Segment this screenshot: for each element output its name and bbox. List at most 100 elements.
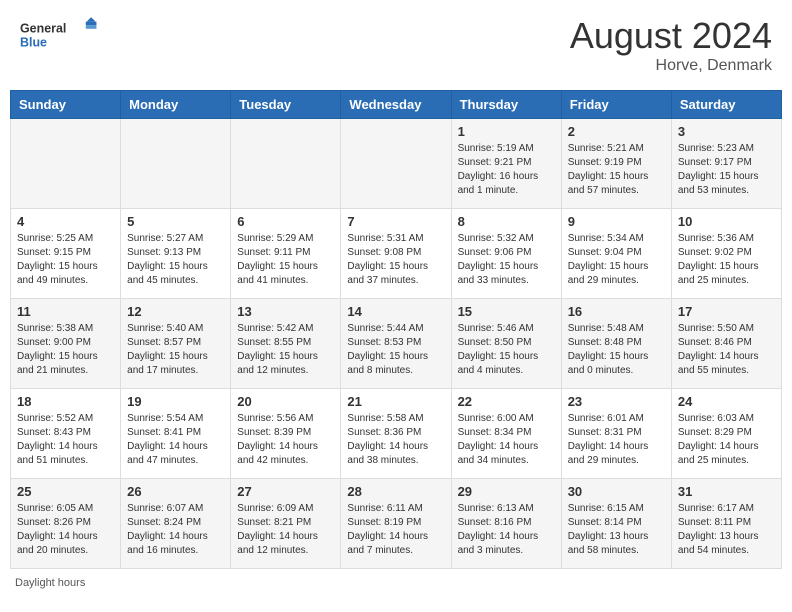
day-number: 14 [347,304,444,319]
day-info: Sunrise: 6:00 AM Sunset: 8:34 PM Dayligh… [458,412,555,468]
day-info: Sunrise: 6:11 AM Sunset: 8:19 PM Dayligh… [347,502,444,558]
day-number: 18 [17,394,114,409]
week-row-1: 1 Sunrise: 5:19 AM Sunset: 9:21 PM Daylig… [11,119,782,209]
title-block: August 2024 Horve, Denmark [570,15,772,75]
table-cell: 1 Sunrise: 5:19 AM Sunset: 9:21 PM Daylig… [451,119,561,209]
day-number: 2 [568,124,665,139]
day-number: 16 [568,304,665,319]
day-number: 20 [237,394,334,409]
day-number: 1 [458,124,555,139]
header-tuesday: Tuesday [231,91,341,119]
day-number: 6 [237,214,334,229]
month-year-title: August 2024 [570,15,772,57]
table-cell [11,119,121,209]
table-cell: 6 Sunrise: 5:29 AM Sunset: 9:11 PM Daylig… [231,209,341,299]
table-cell: 10 Sunrise: 5:36 AM Sunset: 9:02 PM Dayli… [671,209,781,299]
day-info: Sunrise: 5:44 AM Sunset: 8:53 PM Dayligh… [347,322,444,378]
header-wednesday: Wednesday [341,91,451,119]
day-info: Sunrise: 5:29 AM Sunset: 9:11 PM Dayligh… [237,232,334,288]
table-cell: 27Sunrise: 6:09 AM Sunset: 8:21 PM Dayli… [231,479,341,569]
day-number: 26 [127,484,224,499]
day-info: Sunrise: 5:32 AM Sunset: 9:06 PM Dayligh… [458,232,555,288]
header-saturday: Saturday [671,91,781,119]
day-info: Sunrise: 6:09 AM Sunset: 8:21 PM Dayligh… [237,502,334,558]
day-number: 29 [458,484,555,499]
day-info: Sunrise: 5:38 AM Sunset: 9:00 PM Dayligh… [17,322,114,378]
day-number: 24 [678,394,775,409]
day-number: 9 [568,214,665,229]
table-cell: 15Sunrise: 5:46 AM Sunset: 8:50 PM Dayli… [451,299,561,389]
day-number: 4 [17,214,114,229]
table-cell: 4Sunrise: 5:25 AM Sunset: 9:15 PM Daylig… [11,209,121,299]
day-info: Sunrise: 6:05 AM Sunset: 8:26 PM Dayligh… [17,502,114,558]
day-number: 15 [458,304,555,319]
day-number: 23 [568,394,665,409]
day-number: 22 [458,394,555,409]
day-info: Sunrise: 6:17 AM Sunset: 8:11 PM Dayligh… [678,502,775,558]
table-cell: 21 Sunrise: 5:58 AM Sunset: 8:36 PM Dayli… [341,389,451,479]
table-cell: 26 Sunrise: 6:07 AM Sunset: 8:24 PM Dayli… [121,479,231,569]
day-info: Sunrise: 6:13 AM Sunset: 8:16 PM Dayligh… [458,502,555,558]
daylight-label: Daylight hours [15,577,85,589]
table-cell: 13 Sunrise: 5:42 AM Sunset: 8:55 PM Dayli… [231,299,341,389]
day-info: Sunrise: 5:58 AM Sunset: 8:36 PM Dayligh… [347,412,444,468]
table-cell [121,119,231,209]
table-cell: 30Sunrise: 6:15 AM Sunset: 8:14 PM Dayli… [561,479,671,569]
table-cell: 5 Sunrise: 5:27 AM Sunset: 9:13 PM Daylig… [121,209,231,299]
day-info: Sunrise: 5:21 AM Sunset: 9:19 PM Dayligh… [568,142,665,198]
table-cell: 8 Sunrise: 5:32 AM Sunset: 9:06 PM Daylig… [451,209,561,299]
header-friday: Friday [561,91,671,119]
day-number: 3 [678,124,775,139]
day-info: Sunrise: 5:19 AM Sunset: 9:21 PM Dayligh… [458,142,555,198]
table-cell: 7Sunrise: 5:31 AM Sunset: 9:08 PM Daylig… [341,209,451,299]
table-cell: 17Sunrise: 5:50 AM Sunset: 8:46 PM Dayli… [671,299,781,389]
table-cell: 25 Sunrise: 6:05 AM Sunset: 8:26 PM Dayli… [11,479,121,569]
table-cell: 19 Sunrise: 5:54 AM Sunset: 8:41 PM Dayli… [121,389,231,479]
day-info: Sunrise: 5:23 AM Sunset: 9:17 PM Dayligh… [678,142,775,198]
day-info: Sunrise: 5:48 AM Sunset: 8:48 PM Dayligh… [568,322,665,378]
day-info: Sunrise: 5:34 AM Sunset: 9:04 PM Dayligh… [568,232,665,288]
day-info: Sunrise: 5:27 AM Sunset: 9:13 PM Dayligh… [127,232,224,288]
day-info: Sunrise: 5:36 AM Sunset: 9:02 PM Dayligh… [678,232,775,288]
day-number: 10 [678,214,775,229]
day-info: Sunrise: 6:07 AM Sunset: 8:24 PM Dayligh… [127,502,224,558]
footer: Daylight hours [10,577,782,589]
table-cell: 23Sunrise: 6:01 AM Sunset: 8:31 PM Dayli… [561,389,671,479]
table-cell: 31Sunrise: 6:17 AM Sunset: 8:11 PM Dayli… [671,479,781,569]
week-row-2: 4Sunrise: 5:25 AM Sunset: 9:15 PM Daylig… [11,209,782,299]
day-number: 5 [127,214,224,229]
table-cell: 11 Sunrise: 5:38 AM Sunset: 9:00 PM Dayli… [11,299,121,389]
week-row-3: 11 Sunrise: 5:38 AM Sunset: 9:00 PM Dayli… [11,299,782,389]
svg-text:Blue: Blue [20,36,47,50]
table-cell [231,119,341,209]
day-info: Sunrise: 5:40 AM Sunset: 8:57 PM Dayligh… [127,322,224,378]
header-monday: Monday [121,91,231,119]
day-number: 11 [17,304,114,319]
calendar-table: Sunday Monday Tuesday Wednesday Thursday… [10,90,782,569]
day-info: Sunrise: 5:42 AM Sunset: 8:55 PM Dayligh… [237,322,334,378]
location-title: Horve, Denmark [570,57,772,75]
table-cell: 20 Sunrise: 5:56 AM Sunset: 8:39 PM Dayli… [231,389,341,479]
day-number: 17 [678,304,775,319]
day-number: 12 [127,304,224,319]
table-cell: 9 Sunrise: 5:34 AM Sunset: 9:04 PM Daylig… [561,209,671,299]
day-number: 21 [347,394,444,409]
day-number: 30 [568,484,665,499]
day-number: 19 [127,394,224,409]
day-number: 13 [237,304,334,319]
day-number: 8 [458,214,555,229]
week-row-4: 18 Sunrise: 5:52 AM Sunset: 8:43 PM Dayli… [11,389,782,479]
table-cell [341,119,451,209]
day-info: Sunrise: 5:52 AM Sunset: 8:43 PM Dayligh… [17,412,114,468]
day-number: 7 [347,214,444,229]
logo: General Blue [20,15,100,55]
table-cell: 12 Sunrise: 5:40 AM Sunset: 8:57 PM Dayli… [121,299,231,389]
day-info: Sunrise: 5:54 AM Sunset: 8:41 PM Dayligh… [127,412,224,468]
page-header: General Blue August 2024 Horve, Denmark [10,10,782,80]
weekday-header-row: Sunday Monday Tuesday Wednesday Thursday… [11,91,782,119]
day-number: 28 [347,484,444,499]
table-cell: 18 Sunrise: 5:52 AM Sunset: 8:43 PM Dayli… [11,389,121,479]
table-cell: 16 Sunrise: 5:48 AM Sunset: 8:48 PM Dayli… [561,299,671,389]
day-number: 25 [17,484,114,499]
day-info: Sunrise: 5:56 AM Sunset: 8:39 PM Dayligh… [237,412,334,468]
